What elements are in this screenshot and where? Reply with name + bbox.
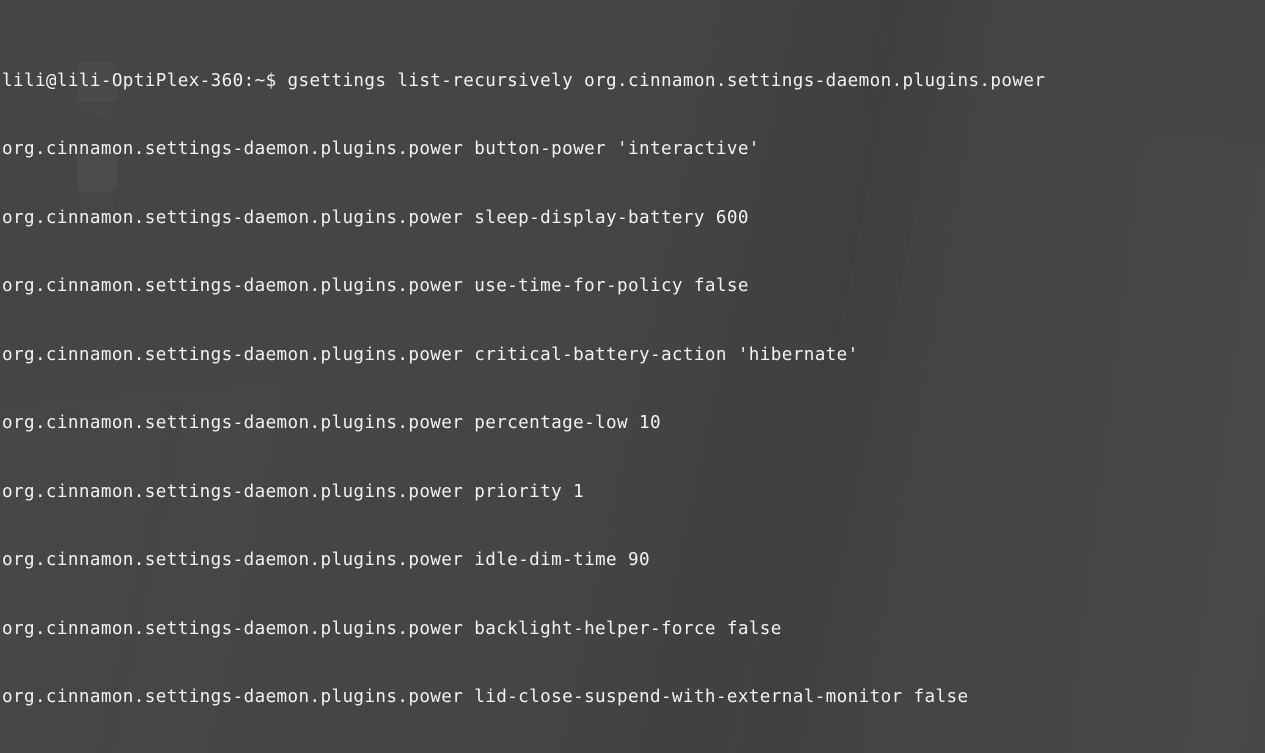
terminal-output-line: org.cinnamon.settings-daemon.plugins.pow…: [2, 413, 661, 434]
terminal-output-line: org.cinnamon.settings-daemon.plugins.pow…: [2, 344, 859, 365]
terminal-output-line: org.cinnamon.settings-daemon.plugins.pow…: [2, 139, 760, 160]
terminal-window[interactable]: 计算机 回收站 lili@lili-OptiPlex-360:~$ gsetti…: [0, 0, 1265, 753]
terminal-output-line: org.cinnamon.settings-daemon.plugins.pow…: [2, 687, 969, 708]
terminal-command-line: lili@lili-OptiPlex-360:~$ gsettings list…: [2, 70, 1046, 91]
terminal-output[interactable]: lili@lili-OptiPlex-360:~$ gsettings list…: [0, 0, 1265, 753]
terminal-output-line: org.cinnamon.settings-daemon.plugins.pow…: [2, 618, 782, 639]
terminal-output-line: org.cinnamon.settings-daemon.plugins.pow…: [2, 276, 749, 297]
terminal-output-line: org.cinnamon.settings-daemon.plugins.pow…: [2, 481, 585, 502]
terminal-output-line: org.cinnamon.settings-daemon.plugins.pow…: [2, 550, 650, 571]
terminal-output-line: org.cinnamon.settings-daemon.plugins.pow…: [2, 207, 749, 228]
